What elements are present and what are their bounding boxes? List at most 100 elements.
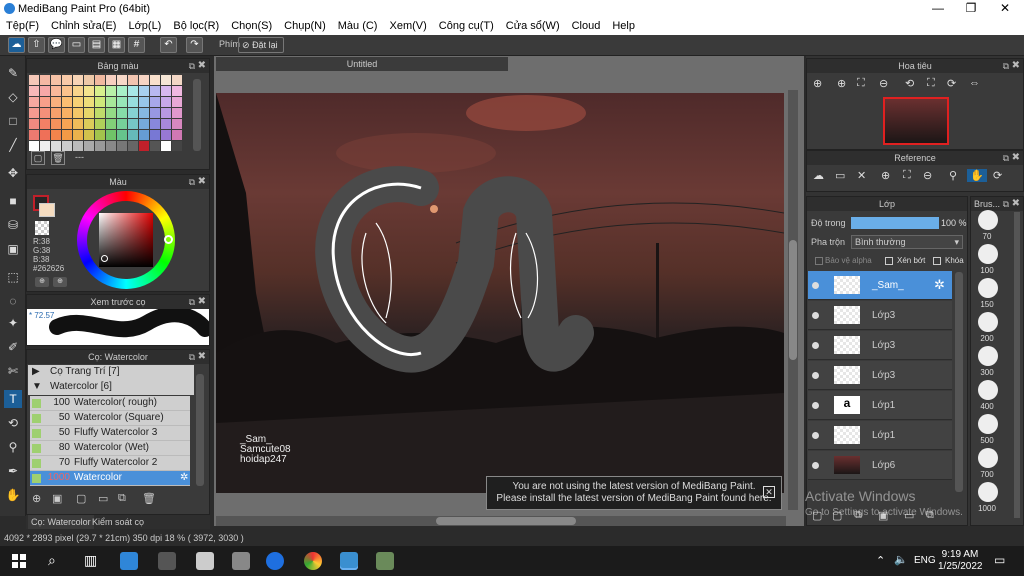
palette-swatch[interactable] <box>139 75 149 85</box>
close-panel-icon[interactable]: ✖ <box>198 295 206 309</box>
brush-item[interactable]: 80 Watercolor (Wet) <box>30 441 190 456</box>
brush-size-scrollbar[interactable] <box>1014 212 1020 518</box>
protect-alpha-checkbox[interactable] <box>815 257 823 265</box>
palette-swatch[interactable] <box>62 130 72 140</box>
select-pen-tool-icon[interactable]: ✐ <box>4 338 22 356</box>
duplicate-icon[interactable]: ⧉ <box>118 492 126 505</box>
palette-swatch[interactable] <box>172 141 182 151</box>
brush-size-dot[interactable] <box>978 278 998 298</box>
hue-marker[interactable] <box>164 235 173 244</box>
eyedropper-icon[interactable]: ⚲ <box>949 169 957 182</box>
hand-tool-icon[interactable]: ✋ <box>4 486 22 504</box>
brush-size-dot[interactable] <box>978 346 998 366</box>
palette-swatch[interactable] <box>84 108 94 118</box>
gradient-tool-icon[interactable]: ▣ <box>4 240 22 258</box>
magic-wand-tool-icon[interactable]: ✦ <box>4 314 22 332</box>
palette-swatch[interactable] <box>161 108 171 118</box>
undock-icon[interactable]: ⧉ <box>189 295 195 309</box>
menu-cloud[interactable]: Cloud <box>566 20 607 32</box>
palette-swatch[interactable] <box>95 97 105 107</box>
palette-swatch[interactable] <box>128 75 138 85</box>
palette-swatch[interactable] <box>29 97 39 107</box>
rotate-left-icon[interactable]: ⟲ <box>905 77 914 90</box>
layer-row-selected[interactable]: _Sam_ ✲ <box>808 271 952 300</box>
tab-brush[interactable]: Cọ: Watercolor <box>28 515 94 529</box>
palette-swatch[interactable] <box>62 97 72 107</box>
document-icon[interactable]: ▤ <box>88 37 105 53</box>
undo-icon[interactable]: ↶ <box>160 37 177 53</box>
new-palette-icon[interactable]: ▢ <box>31 151 45 165</box>
palette-swatch[interactable] <box>29 119 39 129</box>
brush-item[interactable]: 70 Fluffy Watercolor 2 <box>30 456 190 471</box>
palette-swatch[interactable] <box>106 130 116 140</box>
palette-swatch[interactable] <box>51 108 61 118</box>
palette-swatch[interactable] <box>117 97 127 107</box>
undock-icon[interactable]: ⧉ <box>189 59 195 73</box>
palette-swatch[interactable] <box>62 75 72 85</box>
palette-swatch[interactable] <box>172 119 182 129</box>
delete-palette-icon[interactable]: 🗑 <box>51 151 65 165</box>
palette-swatch[interactable] <box>150 86 160 96</box>
layer-row[interactable]: Lớp3 <box>808 361 952 390</box>
palette-swatch[interactable] <box>106 108 116 118</box>
palette-swatch[interactable] <box>84 75 94 85</box>
palette-swatch[interactable] <box>40 141 50 151</box>
brush-size-dot[interactable] <box>978 414 998 434</box>
paint-icon[interactable] <box>376 552 394 570</box>
palette-swatch[interactable] <box>150 141 160 151</box>
color-mode2-icon[interactable]: ⊕ <box>53 277 67 287</box>
palette-scrollbar[interactable] <box>193 79 201 151</box>
operation-tool-icon[interactable]: ⟲ <box>4 414 22 432</box>
palette-swatch[interactable] <box>128 86 138 96</box>
palette-swatch[interactable] <box>40 75 50 85</box>
palette-swatch[interactable] <box>106 75 116 85</box>
palette-swatch[interactable] <box>51 86 61 96</box>
eyedropper-tool-icon[interactable]: ⚲ <box>4 438 22 456</box>
palette-swatch[interactable] <box>172 97 182 107</box>
layer-row[interactable]: Lớp1 <box>808 421 952 450</box>
visibility-icon[interactable] <box>812 342 819 349</box>
redo-icon[interactable]: ↷ <box>186 37 203 53</box>
palette-swatch[interactable] <box>106 119 116 129</box>
menu-snap[interactable]: Chụp(N) <box>278 20 332 32</box>
select-tool-icon[interactable]: ⬚ <box>4 268 22 286</box>
brush-group-deco[interactable]: ▶ Cọ Trang Trí [7] <box>28 365 194 380</box>
minimize-button[interactable]: — <box>921 0 955 17</box>
layer-settings-icon[interactable]: ✲ <box>934 277 945 293</box>
blend-select[interactable]: Bình thường ▾ <box>851 235 963 249</box>
brush-size-dot[interactable] <box>978 210 998 230</box>
edge-icon[interactable] <box>120 552 138 570</box>
palette-swatch[interactable] <box>150 130 160 140</box>
palette-swatch[interactable] <box>128 108 138 118</box>
palette-swatch[interactable] <box>139 119 149 129</box>
palette-swatch[interactable] <box>40 86 50 96</box>
palette-swatch[interactable] <box>95 75 105 85</box>
palette-swatch[interactable] <box>172 75 182 85</box>
palette-swatch[interactable] <box>117 108 127 118</box>
transparent-swatch[interactable] <box>35 221 49 235</box>
undock-icon[interactable]: ⧉ <box>1003 59 1009 73</box>
palette-swatch[interactable] <box>150 97 160 107</box>
upload-icon[interactable]: ⇧ <box>28 37 45 53</box>
brush-item[interactable]: 50 Watercolor (Square) <box>30 411 190 426</box>
undock-icon[interactable]: ⧉ <box>1003 197 1009 211</box>
fill-rect-tool-icon[interactable]: ■ <box>4 192 22 210</box>
brush-size-dot[interactable] <box>978 380 998 400</box>
lasso-tool-icon[interactable]: ◌ <box>4 292 22 310</box>
document-tab[interactable]: Untitled <box>216 57 508 71</box>
palette-swatch[interactable] <box>161 97 171 107</box>
palette-swatch[interactable] <box>40 119 50 129</box>
brush-size-dot[interactable] <box>978 448 998 468</box>
undock-icon[interactable]: ⧉ <box>189 175 195 189</box>
palette-swatch[interactable] <box>106 86 116 96</box>
palette-swatch[interactable] <box>95 119 105 129</box>
task-view-icon[interactable]: ▥ <box>84 552 97 569</box>
undock-icon[interactable]: ⧉ <box>1003 151 1009 165</box>
palette-swatch[interactable] <box>73 97 83 107</box>
palette-swatch[interactable] <box>84 86 94 96</box>
palette-swatch[interactable] <box>40 97 50 107</box>
brush-size-dot[interactable] <box>978 312 998 332</box>
palette-swatch[interactable] <box>150 119 160 129</box>
layer-row[interactable]: Lớp3 <box>808 331 952 360</box>
chat-icon[interactable]: 💬 <box>48 37 65 53</box>
